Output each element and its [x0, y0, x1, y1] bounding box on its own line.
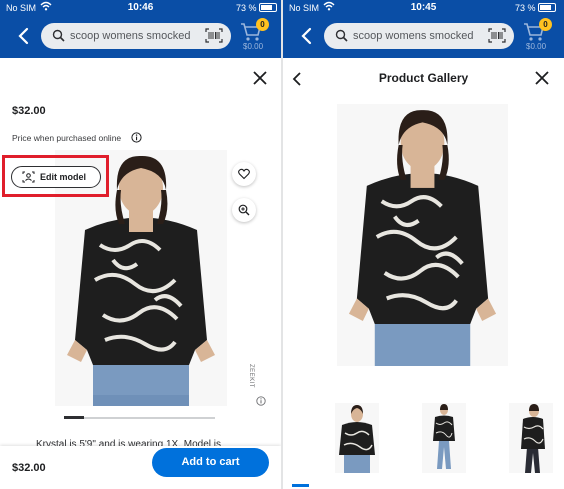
zeekit-label: ZEEKIT	[248, 364, 254, 389]
gallery-sheet: Product Gallery	[283, 58, 564, 489]
app-header: No SIM 10:45 73 % scoop womens smocked 0…	[283, 0, 564, 58]
gallery-thumbnail-2[interactable]	[422, 403, 466, 473]
search-icon	[52, 29, 65, 42]
product-gallery-screen: No SIM 10:45 73 % scoop womens smocked 0…	[283, 0, 564, 489]
cart-button[interactable]: 0 $0.00	[523, 18, 553, 54]
purchase-bar: $32.00 Add to cart	[0, 446, 281, 489]
zoom-button[interactable]	[232, 198, 256, 222]
add-to-cart-button[interactable]: Add to cart	[152, 448, 269, 477]
gallery-thumbnail-1[interactable]	[335, 403, 379, 473]
app-header: No SIM 10:46 73 % scoop womens smocked 0…	[0, 0, 281, 58]
cart-count-badge: 0	[256, 18, 269, 31]
info-icon[interactable]	[131, 132, 142, 143]
battery-icon	[259, 3, 277, 12]
zoom-in-icon	[238, 204, 250, 216]
status-bar: No SIM 10:46 73 %	[0, 0, 281, 16]
gallery-title: Product Gallery	[378, 71, 469, 85]
barcode-icon[interactable]	[205, 28, 223, 43]
edit-model-button[interactable]: Edit model	[11, 166, 101, 188]
thumbnail-image	[433, 404, 455, 469]
image-carousel-indicator	[64, 416, 215, 419]
product-price: $32.00	[12, 105, 46, 117]
active-thumbnail-indicator	[292, 484, 309, 487]
search-bar[interactable]: scoop womens smocked	[324, 23, 514, 49]
heart-icon	[238, 168, 250, 180]
battery-percent: 73 %	[515, 3, 536, 13]
bottom-price: $32.00	[12, 462, 46, 474]
thumbnail-image	[339, 405, 375, 473]
barcode-icon[interactable]	[488, 28, 506, 43]
search-icon	[335, 29, 348, 42]
close-icon[interactable]	[252, 70, 268, 86]
back-chevron-icon[interactable]	[16, 26, 32, 46]
cart-count-badge: 0	[539, 18, 552, 31]
cart-button[interactable]: 0 $0.00	[240, 18, 270, 54]
search-query: scoop womens smocked	[353, 30, 474, 42]
battery-icon	[538, 3, 556, 12]
product-sheet: $32.00 Price when purchased online Edit …	[0, 58, 281, 489]
product-detail-screen: No SIM 10:46 73 % scoop womens smocked 0…	[0, 0, 281, 489]
zeekit-info-icon[interactable]	[256, 396, 266, 406]
model-blouse-image	[348, 110, 497, 366]
gallery-main-image[interactable]	[337, 104, 508, 366]
gallery-thumbnails	[283, 398, 564, 478]
cart-amount: $0.00	[243, 42, 264, 51]
edit-model-label: Edit model	[40, 172, 87, 182]
status-bar: No SIM 10:45 73 %	[283, 0, 564, 16]
gallery-thumbnail-3[interactable]	[509, 403, 553, 473]
battery-percent: 73 %	[236, 3, 257, 13]
cart-amount: $0.00	[526, 42, 547, 51]
person-scan-icon	[22, 171, 35, 183]
thumbnail-image	[521, 404, 545, 473]
close-icon[interactable]	[534, 70, 550, 86]
favorite-button[interactable]	[232, 162, 256, 186]
back-chevron-icon[interactable]	[299, 26, 315, 46]
search-bar[interactable]: scoop womens smocked	[41, 23, 231, 49]
price-note: Price when purchased online	[12, 133, 122, 143]
search-query: scoop womens smocked	[70, 30, 191, 42]
carousel-position-thumb	[64, 416, 84, 419]
